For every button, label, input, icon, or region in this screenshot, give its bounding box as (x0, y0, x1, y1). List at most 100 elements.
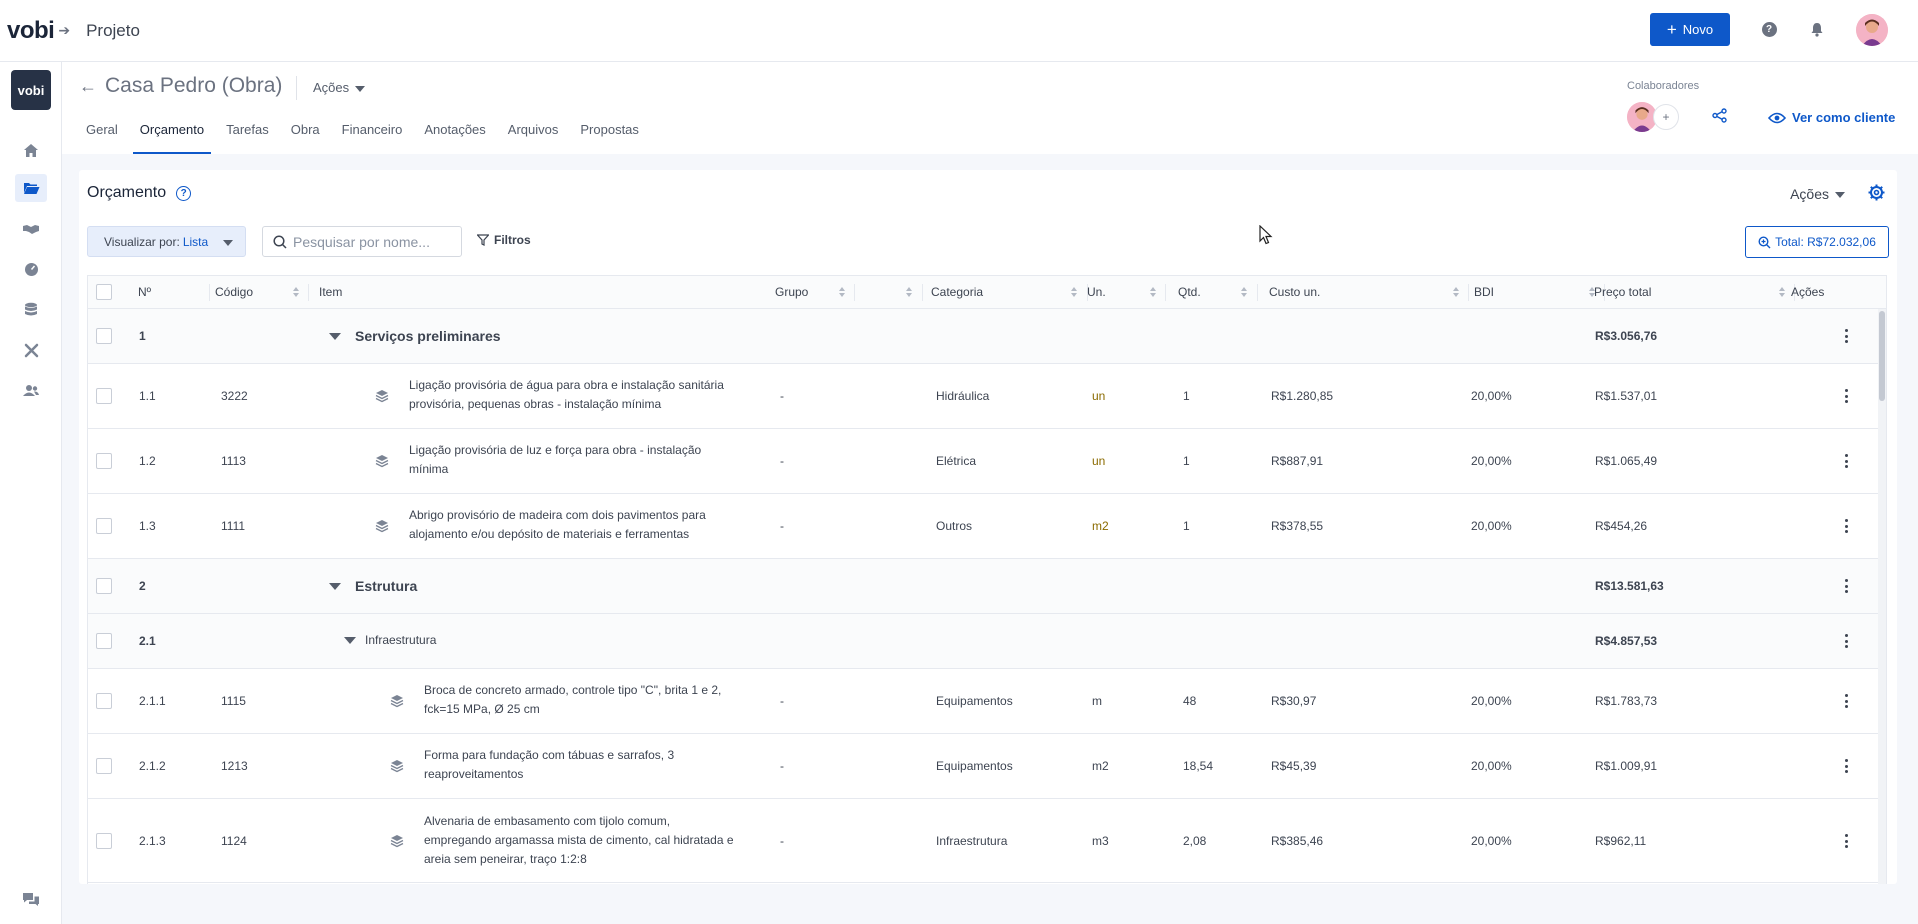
group-title[interactable]: Estrutura (329, 578, 417, 594)
database-icon[interactable] (19, 297, 43, 321)
budget-actions-dropdown[interactable]: Ações (1790, 186, 1845, 202)
table-row[interactable]: 2.1.2 1213 Forma para fundação com tábua… (88, 734, 1886, 799)
users-icon[interactable] (19, 378, 43, 402)
table-row[interactable]: 2 Estrutura R$13.581,63 (88, 559, 1886, 614)
row-checkbox[interactable] (96, 388, 112, 404)
help-icon[interactable]: ? (1760, 21, 1778, 39)
table-scrollbar[interactable] (1878, 309, 1886, 884)
item-description[interactable]: Ligação provisória de luz e força para o… (409, 441, 769, 479)
more-options-icon[interactable] (1844, 519, 1848, 533)
total-button[interactable]: Total: R$72.032,06 (1745, 226, 1889, 258)
app-logo[interactable]: vobi (7, 17, 55, 45)
row-checkbox[interactable] (96, 453, 112, 469)
more-options-icon[interactable] (1844, 834, 1848, 848)
table-row[interactable]: 2.1.1 1115 Broca de concreto armado, con… (88, 669, 1886, 734)
row-checkbox[interactable] (96, 693, 112, 709)
item-description[interactable]: Ligação provisória de água para obra e i… (409, 376, 769, 414)
view-as-client-label: Ver como cliente (1792, 110, 1896, 125)
more-options-icon[interactable] (1844, 454, 1848, 468)
collapse-caret-icon[interactable] (329, 332, 341, 340)
column-header-code[interactable]: Código (215, 276, 308, 309)
table-row[interactable]: 1.3 1111 Abrigo provisório de madeira co… (88, 494, 1886, 559)
question-icon[interactable]: ? (176, 185, 192, 201)
row-checkbox[interactable] (96, 758, 112, 774)
gear-icon[interactable] (1868, 184, 1885, 204)
sidebar-logo[interactable]: vobi (11, 70, 51, 110)
column-header-total-price[interactable]: Preço total (1594, 276, 1794, 309)
row-checkbox[interactable] (96, 833, 112, 849)
table-row[interactable]: 2.1 Infraestrutura R$4.857,53 (88, 614, 1886, 669)
group-title[interactable]: Serviços preliminares (329, 328, 501, 344)
item-description[interactable]: Forma para fundação com tábuas e sarrafo… (424, 746, 784, 784)
more-options-icon[interactable] (1844, 634, 1848, 648)
collapse-caret-icon[interactable] (329, 582, 341, 590)
row-unit-cost: R$1.280,85 (1271, 389, 1334, 403)
row-unit: un (1092, 454, 1106, 468)
more-options-icon[interactable] (1844, 389, 1848, 403)
column-header-unit-cost[interactable]: Custo un. (1269, 276, 1468, 309)
row-unit: m (1092, 694, 1102, 708)
more-options-icon[interactable] (1844, 579, 1848, 593)
column-header-qty[interactable]: Qtd. (1178, 276, 1256, 309)
column-header-category[interactable]: Categoria (931, 276, 1086, 309)
subgroup-title[interactable]: Infraestrutura (344, 633, 436, 647)
row-total-price: R$4.857,53 (1595, 634, 1658, 648)
row-checkbox[interactable] (96, 518, 112, 534)
column-header-bdi[interactable]: BDI (1474, 276, 1604, 309)
item-description[interactable]: Broca de concreto armado, controle tipo … (424, 681, 784, 719)
table-row[interactable]: 1.2 1113 Ligação provisória de luz e for… (88, 429, 1886, 494)
table-row[interactable]: 1 Serviços preliminares R$3.056,76 (88, 309, 1886, 364)
tab-financeiro[interactable]: Financeiro (335, 120, 410, 154)
tab-geral[interactable]: Geral (79, 120, 125, 154)
chat-icon[interactable] (22, 892, 40, 910)
more-options-icon[interactable] (1844, 759, 1848, 773)
select-all-checkbox[interactable] (96, 284, 112, 300)
column-header-group[interactable]: Grupo (775, 276, 921, 309)
back-arrow-icon[interactable]: ← (79, 76, 97, 97)
item-description[interactable]: Abrigo provisório de madeira com dois pa… (409, 506, 769, 544)
user-avatar[interactable] (1856, 13, 1888, 46)
more-options-icon[interactable] (1844, 329, 1848, 343)
home-icon[interactable] (19, 138, 43, 162)
tools-icon[interactable] (19, 338, 43, 362)
tab-anotacoes[interactable]: Anotações (417, 120, 492, 154)
more-options-icon[interactable] (1844, 694, 1848, 708)
project-actions-dropdown[interactable]: Ações (313, 80, 366, 95)
layers-icon (390, 760, 404, 773)
tab-arquivos[interactable]: Arquivos (501, 120, 566, 154)
row-bdi: 20,00% (1471, 834, 1512, 848)
tab-obra[interactable]: Obra (284, 120, 327, 154)
caret-down-icon (1835, 192, 1845, 199)
layers-icon (375, 390, 389, 403)
table-row[interactable]: 2.1.3 1124 Alvenaria de embasamento com … (88, 799, 1886, 883)
column-header-unit[interactable]: Un. (1087, 276, 1165, 309)
column-header-item[interactable]: Item (319, 276, 854, 309)
new-button[interactable]: + Novo (1650, 13, 1730, 46)
scrollbar-thumb[interactable] (1879, 311, 1885, 401)
view-as-client-button[interactable]: Ver como cliente (1768, 110, 1895, 125)
search-input[interactable]: Pesquisar por nome... (262, 226, 462, 257)
row-checkbox[interactable] (96, 578, 112, 594)
handshake-icon[interactable] (19, 217, 43, 241)
row-bdi: 20,00% (1471, 519, 1512, 533)
view-by-label: Visualizar por: (104, 234, 180, 249)
folder-icon[interactable] (15, 174, 47, 202)
view-by-dropdown[interactable]: Visualizar por: Lista (87, 226, 246, 257)
collapse-caret-icon[interactable] (344, 636, 356, 644)
row-checkbox[interactable] (96, 633, 112, 649)
caret-down-icon (355, 85, 366, 92)
filters-button[interactable]: Filtros (477, 233, 531, 247)
row-checkbox[interactable] (96, 328, 112, 344)
item-description[interactable]: Alvenaria de embasamento com tijolo comu… (424, 812, 784, 869)
add-collaborator-button[interactable]: + (1653, 104, 1679, 130)
column-header-num[interactable]: Nº (138, 276, 208, 309)
bell-icon[interactable] (1808, 21, 1826, 39)
row-total-price: R$1.537,01 (1595, 389, 1658, 403)
column-header-actions: Ações (1791, 285, 1825, 299)
table-row[interactable]: 1.1 3222 Ligação provisória de água para… (88, 364, 1886, 429)
tab-orcamento[interactable]: Orçamento (132, 120, 212, 154)
share-icon[interactable] (1712, 108, 1727, 126)
tab-propostas[interactable]: Propostas (573, 120, 646, 154)
tab-tarefas[interactable]: Tarefas (219, 120, 276, 154)
gauge-icon[interactable] (19, 257, 43, 281)
